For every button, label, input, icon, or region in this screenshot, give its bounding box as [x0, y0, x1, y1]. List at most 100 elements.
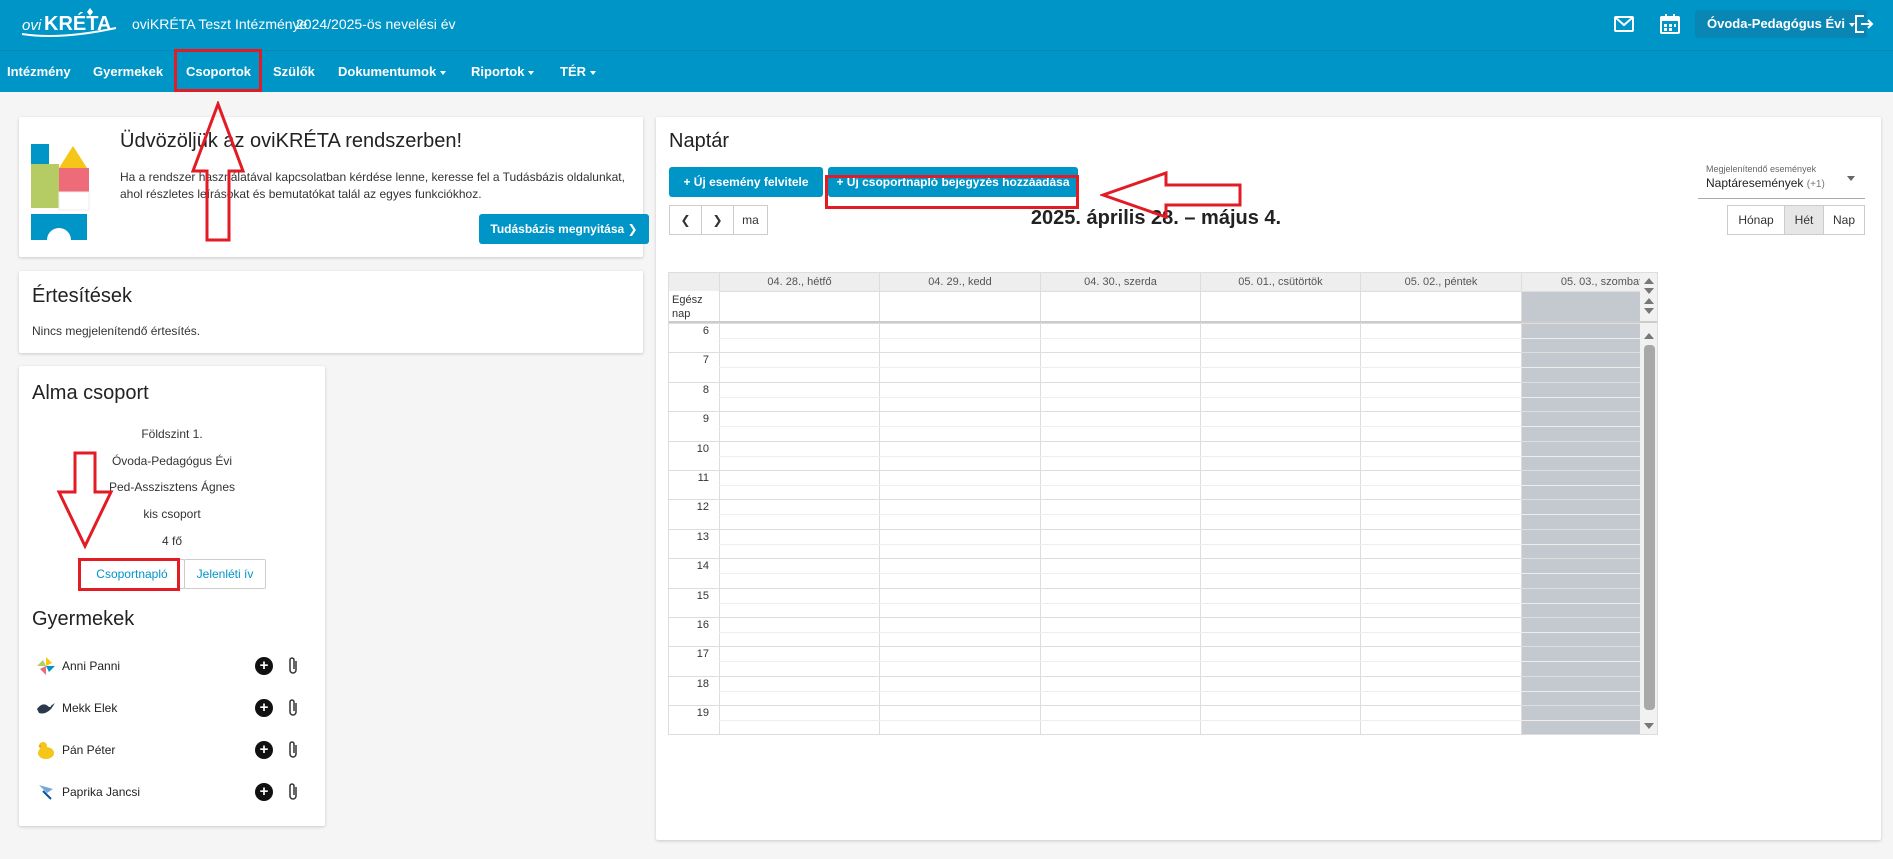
- annotation-arrow-left: [1100, 170, 1242, 220]
- half-hour-line: [719, 338, 1640, 339]
- nav-dokumentumok[interactable]: Dokumentumok: [338, 51, 446, 93]
- hour-line: [669, 529, 1640, 530]
- half-hour-line: [719, 485, 1640, 486]
- new-event-button[interactable]: + Új esemény felvitele: [669, 167, 823, 197]
- day-header[interactable]: 04. 30., szerda: [1040, 273, 1200, 291]
- hour-label: 10: [696, 443, 709, 455]
- child-name: Mekk Elek: [62, 701, 118, 715]
- today-button[interactable]: ma: [733, 205, 768, 235]
- scroll-down-icon[interactable]: [1644, 308, 1654, 314]
- half-hour-line: [719, 632, 1640, 633]
- half-hour-line: [719, 367, 1640, 368]
- add-circle-icon[interactable]: +: [255, 699, 273, 717]
- paperclip-icon[interactable]: [287, 740, 301, 760]
- child-row[interactable]: Paprika Jancsi +: [32, 778, 312, 806]
- hour-line: [669, 441, 1640, 442]
- half-hour-line: [719, 691, 1640, 692]
- knowledge-base-button[interactable]: Tudásbázis megnyitása ❯: [479, 214, 649, 244]
- top-bar: ovi KRÉTA oviKRÉTA Teszt Intézménye 2024…: [0, 0, 1893, 50]
- child-row[interactable]: Mekk Elek +: [32, 694, 312, 722]
- next-week-button[interactable]: ❯: [701, 205, 734, 235]
- scroll-down-icon[interactable]: [1644, 288, 1654, 294]
- hour-label: 18: [696, 678, 709, 690]
- institution-name: oviKRÉTA Teszt Intézménye: [132, 16, 308, 32]
- paperclip-icon[interactable]: [287, 782, 301, 802]
- nav-szulok[interactable]: Szülők: [273, 51, 315, 93]
- hour-line: [669, 470, 1640, 471]
- view-day-button[interactable]: Nap: [1823, 205, 1865, 235]
- half-hour-line: [719, 720, 1640, 721]
- welcome-card: Üdvözöljük az oviKRÉTA rendszerben! Ha a…: [19, 117, 649, 257]
- group-room: Földszint 1.: [141, 427, 203, 441]
- nav-ter[interactable]: TÉR: [560, 51, 596, 93]
- half-hour-line: [719, 397, 1640, 398]
- add-circle-icon[interactable]: +: [255, 783, 273, 801]
- hour-label: 8: [702, 384, 709, 396]
- annotation-box-new-diary: [825, 175, 1079, 209]
- hour-line: [669, 588, 1640, 589]
- day-header[interactable]: 05. 02., péntek: [1360, 273, 1521, 291]
- notifications-empty-text: Nincs megjelenítendő értesítés.: [32, 324, 201, 338]
- chevron-left-icon: ❮: [680, 213, 691, 227]
- view-week-button[interactable]: Hét: [1784, 205, 1824, 235]
- all-day-cell[interactable]: [1040, 291, 1200, 321]
- mail-icon[interactable]: [1613, 13, 1635, 35]
- hour-label: 15: [696, 590, 709, 602]
- hour-line: [669, 617, 1640, 618]
- hour-label: 12: [696, 501, 709, 513]
- main-nav: Intézmény Gyermekek Csoportok Szülők Dok…: [0, 50, 1893, 92]
- half-hour-line: [719, 573, 1640, 574]
- hour-line: [669, 558, 1640, 559]
- annotation-arrow-down: [56, 451, 114, 550]
- scroll-up-icon[interactable]: [1644, 333, 1654, 339]
- chevron-down-icon: [1847, 176, 1855, 181]
- chevron-right-icon: ❯: [712, 213, 723, 227]
- event-filter-selected: Naptáresemények: [1706, 176, 1804, 190]
- prev-week-button[interactable]: ❮: [669, 205, 702, 235]
- ovikreta-logo[interactable]: ovi KRÉTA: [20, 6, 120, 42]
- scrollbar-thumb[interactable]: [1644, 345, 1655, 710]
- half-hour-line: [719, 603, 1640, 604]
- event-filter-select[interactable]: Megjelenítendő események Naptáresemények…: [1698, 159, 1865, 199]
- all-day-cell[interactable]: [719, 291, 879, 321]
- all-day-cell[interactable]: [1200, 291, 1360, 321]
- hour-label: 6: [702, 325, 709, 337]
- scroll-up-icon[interactable]: [1644, 278, 1654, 284]
- attendance-sheet-button[interactable]: Jelenléti ív: [184, 559, 266, 589]
- day-header[interactable]: 04. 29., kedd: [879, 273, 1040, 291]
- child-name: Paprika Jancsi: [62, 785, 141, 799]
- hour-label: 11: [697, 472, 709, 484]
- all-day-cell[interactable]: [1360, 291, 1521, 321]
- add-circle-icon[interactable]: +: [255, 657, 273, 675]
- child-row[interactable]: Pán Péter +: [32, 736, 312, 764]
- view-month-button[interactable]: Hónap: [1727, 205, 1785, 235]
- calendar-icon[interactable]: [1659, 13, 1681, 35]
- hour-label: 7: [702, 354, 709, 366]
- svg-text:KRÉTA: KRÉTA: [44, 12, 111, 35]
- child-row[interactable]: Anni Panni +: [32, 652, 312, 680]
- day-header[interactable]: 05. 03., szombat: [1521, 273, 1657, 291]
- hour-label: 17: [696, 648, 709, 660]
- all-day-cell[interactable]: [879, 291, 1040, 321]
- all-day-cell[interactable]: [1521, 291, 1657, 321]
- hour-label: 16: [696, 619, 709, 631]
- logout-icon[interactable]: [1852, 13, 1874, 35]
- user-menu-button[interactable]: Óvoda-Pedagógus Évi: [1695, 10, 1867, 38]
- hour-label: 19: [696, 707, 709, 719]
- notifications-title: Értesítések: [32, 285, 133, 307]
- scroll-up-icon[interactable]: [1644, 298, 1654, 304]
- hour-line: [669, 411, 1640, 412]
- hour-line: [669, 705, 1640, 706]
- day-header[interactable]: 04. 28., hétfő: [719, 273, 879, 291]
- nav-gyermekek[interactable]: Gyermekek: [93, 51, 163, 93]
- hour-label: 9: [702, 413, 709, 425]
- calendar-card: Naptár + Új esemény felvitele + Új csopo…: [656, 117, 1881, 840]
- add-circle-icon[interactable]: +: [255, 741, 273, 759]
- duck-avatar: [38, 742, 54, 759]
- paperclip-icon[interactable]: [287, 698, 301, 718]
- nav-intezmeny[interactable]: Intézmény: [7, 51, 71, 93]
- scroll-down-icon[interactable]: [1644, 723, 1654, 729]
- day-header[interactable]: 05. 01., csütörtök: [1200, 273, 1360, 291]
- paperclip-icon[interactable]: [287, 656, 301, 676]
- nav-riportok[interactable]: Riportok: [471, 51, 534, 93]
